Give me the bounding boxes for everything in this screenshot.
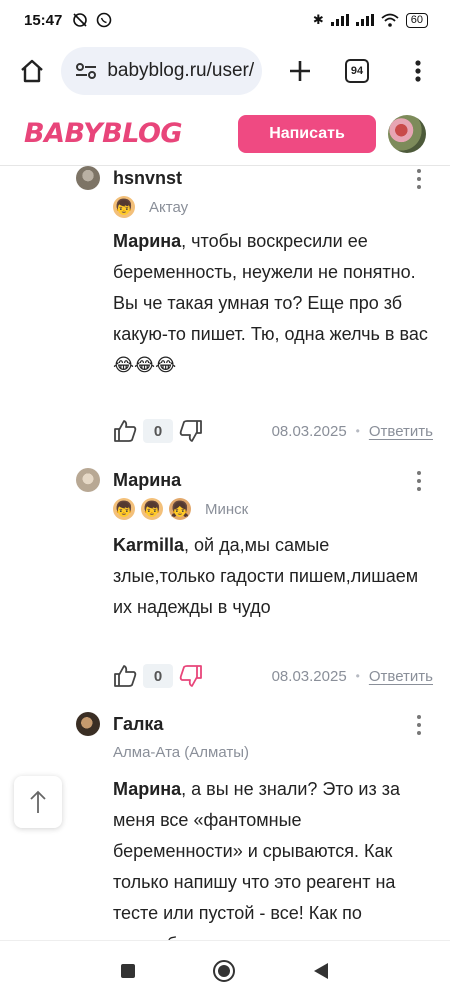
- home-button[interactable]: [12, 51, 51, 91]
- whatsapp-icon: [97, 12, 112, 28]
- comment-author-meta: Алма-Ата (Алматы): [113, 744, 249, 761]
- thumbs-down-icon: [179, 665, 202, 687]
- system-navigation-bar: [0, 940, 450, 1000]
- home-nav-button[interactable]: [213, 959, 235, 982]
- comments-list[interactable]: hsnvnst 👦 Актау Марина, чтобы воскресили…: [0, 166, 450, 940]
- tab-count: 94: [345, 59, 370, 83]
- thumbs-down-icon: [179, 420, 202, 442]
- user-avatar[interactable]: [388, 114, 426, 153]
- dislike-button[interactable]: [179, 419, 203, 443]
- vote-count: 0: [143, 419, 173, 443]
- comment-author-avatar[interactable]: [76, 468, 100, 492]
- scroll-to-top-button[interactable]: [14, 776, 62, 828]
- comment-text: Марина, а вы не знали? Это из за меня вс…: [113, 779, 400, 940]
- wifi-icon: [381, 13, 399, 27]
- comment-author-city: Алма-Ата (Алматы): [113, 744, 250, 761]
- address-bar[interactable]: babyblog.ru/user/: [61, 47, 263, 95]
- girl-child-icon: 👧: [169, 498, 191, 520]
- comment-text: Марина, чтобы воскресили ее беременность…: [113, 231, 428, 375]
- site-header: BABYBLOG Написать: [0, 102, 450, 166]
- vote-count: 0: [143, 664, 173, 688]
- comment-mention[interactable]: Марина: [113, 231, 181, 251]
- more-vert-icon: [415, 60, 421, 82]
- comment-mention[interactable]: Марина: [113, 779, 181, 799]
- like-button[interactable]: [113, 419, 137, 443]
- comment-date: 08.03.2025: [271, 422, 347, 440]
- new-tab-button[interactable]: [280, 51, 319, 91]
- boy-child-icon: 👦: [113, 498, 135, 520]
- comment-item: hsnvnst 👦 Актау Марина, чтобы воскресили…: [0, 166, 450, 443]
- status-bar: 15:47 ✱ 60: [0, 0, 450, 40]
- comment-actions: 0 08.03.2025 • Ответить: [113, 662, 433, 690]
- separator-dot: •: [355, 669, 360, 683]
- browser-toolbar: babyblog.ru/user/ 94: [0, 40, 450, 102]
- signal-icon: [330, 14, 349, 26]
- comment-author-avatar[interactable]: [76, 712, 100, 736]
- babyblog-logo[interactable]: BABYBLOG: [24, 118, 183, 149]
- comment-menu-button[interactable]: [410, 712, 428, 738]
- status-notification-icons: [72, 12, 112, 28]
- comment-author-name[interactable]: Галка: [113, 714, 163, 735]
- home-icon: [20, 59, 43, 83]
- reply-link[interactable]: Ответить: [369, 668, 433, 685]
- comment-author-city: Актау: [149, 198, 189, 216]
- comment-author-meta: 👦 👦 👧 Минск: [113, 498, 248, 520]
- site-settings-icon[interactable]: [75, 62, 97, 80]
- reply-link[interactable]: Ответить: [369, 423, 433, 440]
- separator-dot: •: [355, 424, 360, 438]
- thumbs-up-icon: [114, 665, 137, 687]
- like-button[interactable]: [113, 664, 137, 688]
- bluetooth-icon: ✱: [312, 12, 324, 27]
- recents-button[interactable]: [121, 963, 135, 978]
- browser-menu-button[interactable]: [399, 51, 438, 91]
- comment-mention[interactable]: Karmilla: [113, 535, 184, 555]
- boy-child-icon: 👦: [141, 498, 163, 520]
- status-system-icons: ✱ 60: [313, 12, 428, 28]
- plus-icon: [289, 61, 310, 81]
- comment-author-name[interactable]: Марина: [113, 470, 181, 491]
- comment-author-name[interactable]: hsnvnst: [113, 168, 182, 189]
- back-icon[interactable]: [313, 962, 329, 980]
- comment-author-avatar[interactable]: [76, 166, 100, 190]
- write-button[interactable]: Написать: [238, 114, 376, 153]
- comment-menu-button[interactable]: [410, 166, 428, 192]
- alarm-off-icon: [73, 13, 88, 27]
- dislike-button[interactable]: [179, 664, 203, 688]
- url-text: babyblog.ru/user/: [107, 60, 255, 81]
- tab-switcher-button[interactable]: 94: [337, 51, 376, 91]
- arrow-up-icon: [30, 790, 46, 813]
- thumbs-up-icon: [114, 420, 137, 442]
- status-time: 15:47: [24, 11, 63, 29]
- boy-child-icon: 👦: [113, 196, 135, 218]
- comment-text: Karmilla, ой да,мы самые злые,только гад…: [113, 535, 419, 617]
- signal-icon-2: [355, 14, 374, 26]
- comment-date: 08.03.2025: [271, 667, 347, 685]
- comment-menu-button[interactable]: [410, 468, 428, 494]
- comment-item: Галка Алма-Ата (Алматы) Марина, а вы не …: [0, 712, 450, 940]
- comment-item: Марина 👦 👦 👧 Минск Karmilla, ой да,мы са…: [0, 468, 450, 688]
- comment-emoji: 😂😂😂: [113, 355, 177, 375]
- comment-actions: 0 08.03.2025 • Ответить: [113, 417, 433, 445]
- battery-icon: 60: [405, 12, 428, 28]
- comment-author-meta: 👦 Актау: [113, 196, 188, 218]
- comment-author-city: Минск: [205, 500, 249, 518]
